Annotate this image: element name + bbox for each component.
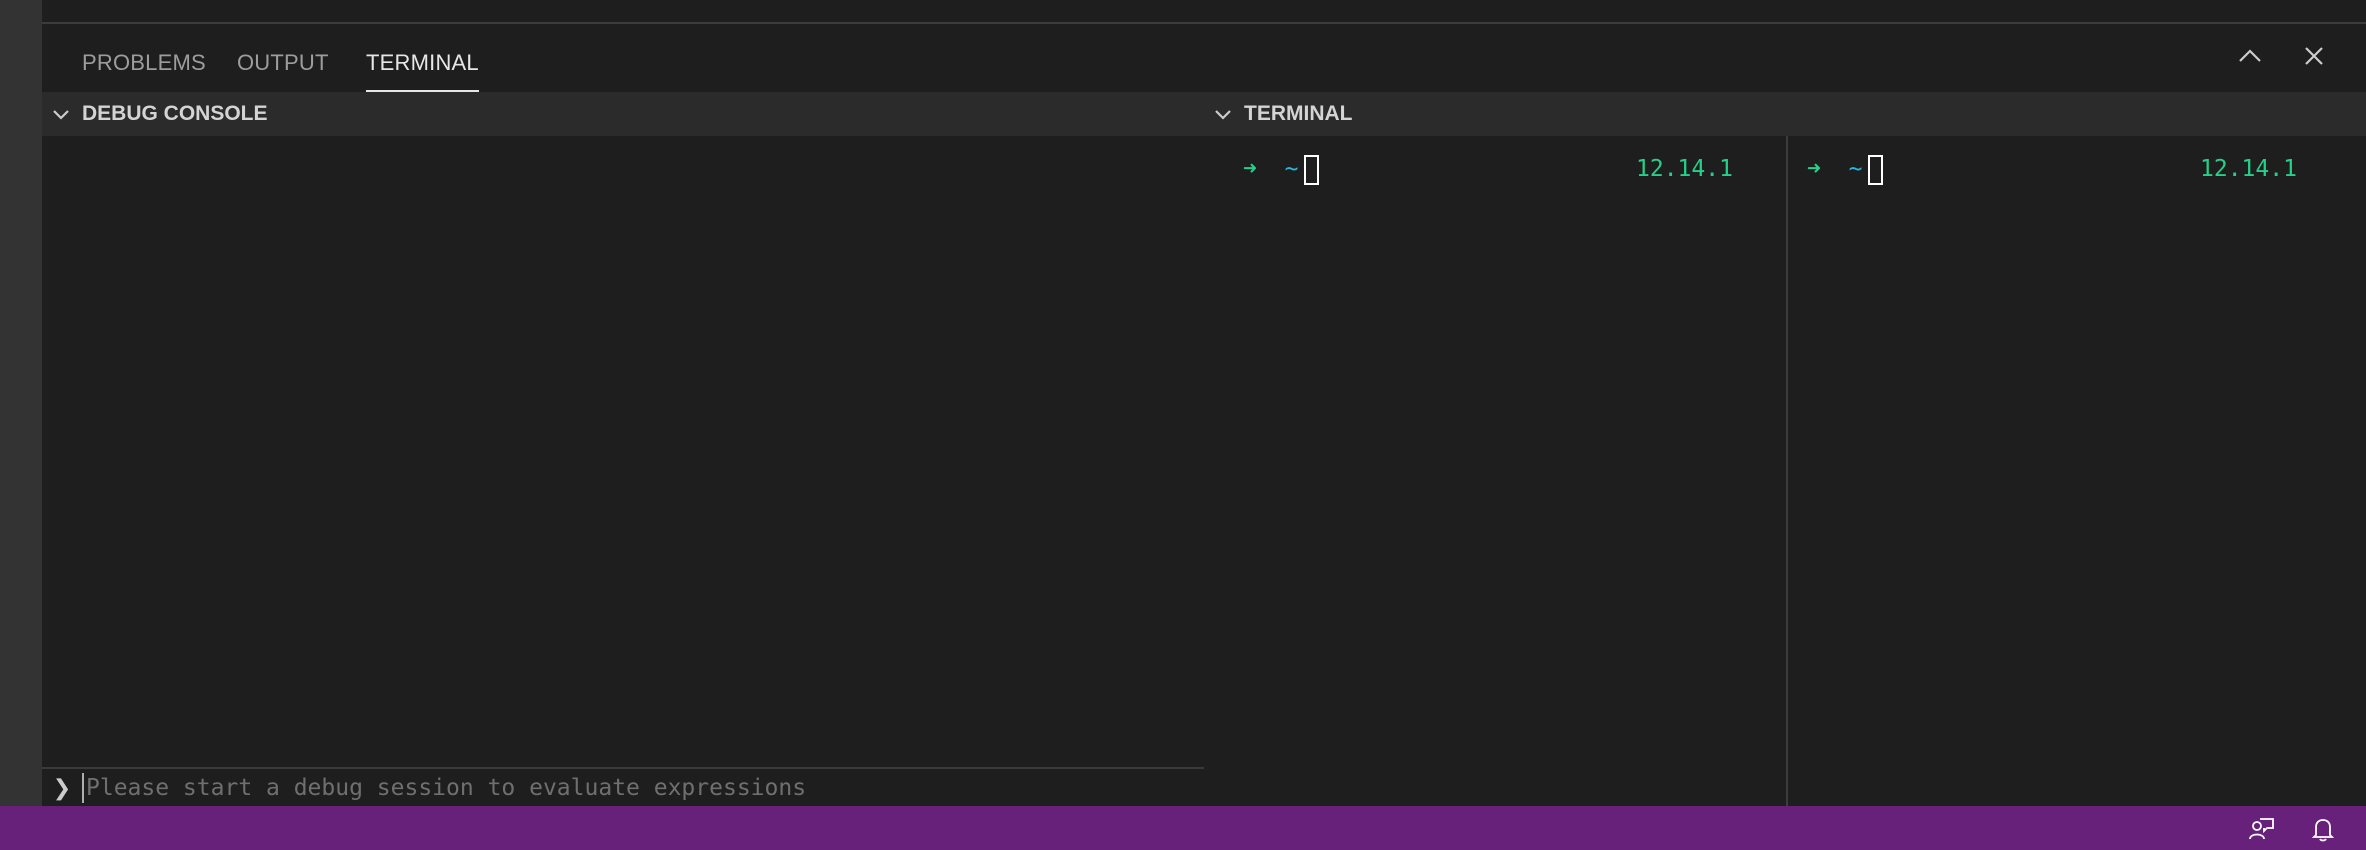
- activity-bar: [0, 0, 42, 806]
- tab-output[interactable]: OUTPUT: [237, 48, 329, 78]
- bell-icon[interactable]: [2308, 814, 2338, 844]
- prompt-arrow-icon: ➜: [1807, 156, 1821, 182]
- close-icon[interactable]: [2298, 40, 2330, 72]
- chevron-up-icon[interactable]: [2234, 40, 2266, 72]
- prompt-cwd: ~: [1284, 156, 1299, 182]
- prompt-arrow-icon: ➜: [1243, 156, 1257, 182]
- debug-console-output[interactable]: [42, 136, 1204, 768]
- terminal-pane-1[interactable]: [1204, 136, 1786, 806]
- chevron-down-icon[interactable]: [1212, 103, 1234, 125]
- debug-console-header[interactable]: DEBUG CONSOLE: [42, 92, 1204, 136]
- status-bar: [0, 806, 2366, 850]
- terminal-cursor: [1868, 154, 1884, 185]
- prompt-cwd: ~: [1848, 156, 1863, 182]
- text-caret: [82, 772, 84, 803]
- terminal-title: TERMINAL: [1244, 102, 1353, 125]
- terminal-header[interactable]: TERMINAL: [1204, 92, 2366, 136]
- chevron-down-icon[interactable]: [50, 103, 72, 125]
- terminal-version: 12.14.1: [1636, 156, 1733, 182]
- tab-problems[interactable]: PROBLEMS: [82, 48, 206, 78]
- debug-input-placeholder: Please start a debug session to evaluate…: [86, 774, 807, 801]
- terminal-cursor: [1304, 154, 1320, 185]
- terminal-prompt-2: ➜ ~: [1807, 152, 1884, 186]
- feedback-icon[interactable]: [2246, 814, 2276, 844]
- prompt-chevron-icon: ❯: [52, 774, 72, 800]
- tab-terminal[interactable]: TERMINAL: [366, 48, 479, 92]
- panel-tab-bar: PROBLEMS OUTPUT TERMINAL: [42, 24, 2366, 92]
- terminal-prompt-1: ➜ ~: [1243, 152, 1320, 186]
- terminal-version: 12.14.1: [2200, 156, 2297, 182]
- debug-console-title: DEBUG CONSOLE: [82, 102, 268, 125]
- terminal-pane-2[interactable]: [1788, 136, 2366, 806]
- debug-console-input[interactable]: ❯ Please start a debug session to evalua…: [42, 769, 1204, 806]
